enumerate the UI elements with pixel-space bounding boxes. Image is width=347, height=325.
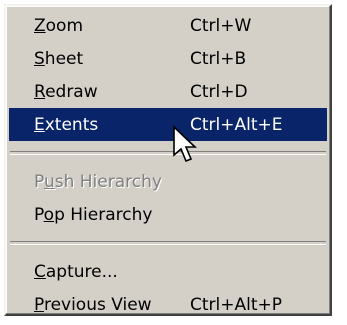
menu-item-extents[interactable]: Extents Ctrl+Alt+E	[9, 108, 327, 141]
menu-item-previous-view[interactable]: Previous View Ctrl+Alt+P	[9, 288, 327, 321]
menu-item-shortcut: Ctrl+Alt+P	[190, 294, 283, 315]
menu-section-hierarchy: Push Hierarchy Pop Hierarchy	[6, 165, 330, 231]
menu-item-label: Push Hierarchy	[34, 171, 162, 192]
menu-item-redraw[interactable]: Redraw Ctrl+D	[9, 75, 327, 108]
menu-item-sheet[interactable]: Sheet Ctrl+B	[9, 42, 327, 75]
menu-item-shortcut: Ctrl+Alt+E	[190, 114, 283, 135]
menu-item-capture[interactable]: Capture...	[9, 255, 327, 288]
menu-item-shortcut: Ctrl+B	[190, 48, 247, 69]
menu-separator	[10, 151, 326, 155]
menu-item-label: Sheet	[34, 48, 84, 69]
menu-item-push-hierarchy: Push Hierarchy	[9, 165, 327, 198]
menu-item-pop-hierarchy[interactable]: Pop Hierarchy	[9, 198, 327, 231]
menu-item-label: Zoom	[34, 15, 84, 36]
menu-section-capture: Capture... Previous View Ctrl+Alt+P	[6, 255, 330, 321]
menu-item-shortcut: Ctrl+D	[190, 81, 248, 102]
menu-item-label: Previous View	[34, 294, 152, 315]
arrow-pointer-icon	[173, 125, 197, 163]
menu-item-label: Extents	[34, 114, 99, 135]
context-menu: Zoom Ctrl+W Sheet Ctrl+B Redraw Ctrl+D E…	[4, 4, 332, 316]
menu-item-zoom[interactable]: Zoom Ctrl+W	[9, 9, 327, 42]
menu-item-shortcut: Ctrl+W	[190, 15, 252, 36]
menu-item-label: Redraw	[34, 81, 98, 102]
menu-section-view: Zoom Ctrl+W Sheet Ctrl+B Redraw Ctrl+D E…	[6, 9, 330, 141]
menu-item-label: Capture...	[34, 261, 118, 282]
menu-item-label: Pop Hierarchy	[34, 204, 153, 225]
menu-separator	[10, 241, 326, 245]
